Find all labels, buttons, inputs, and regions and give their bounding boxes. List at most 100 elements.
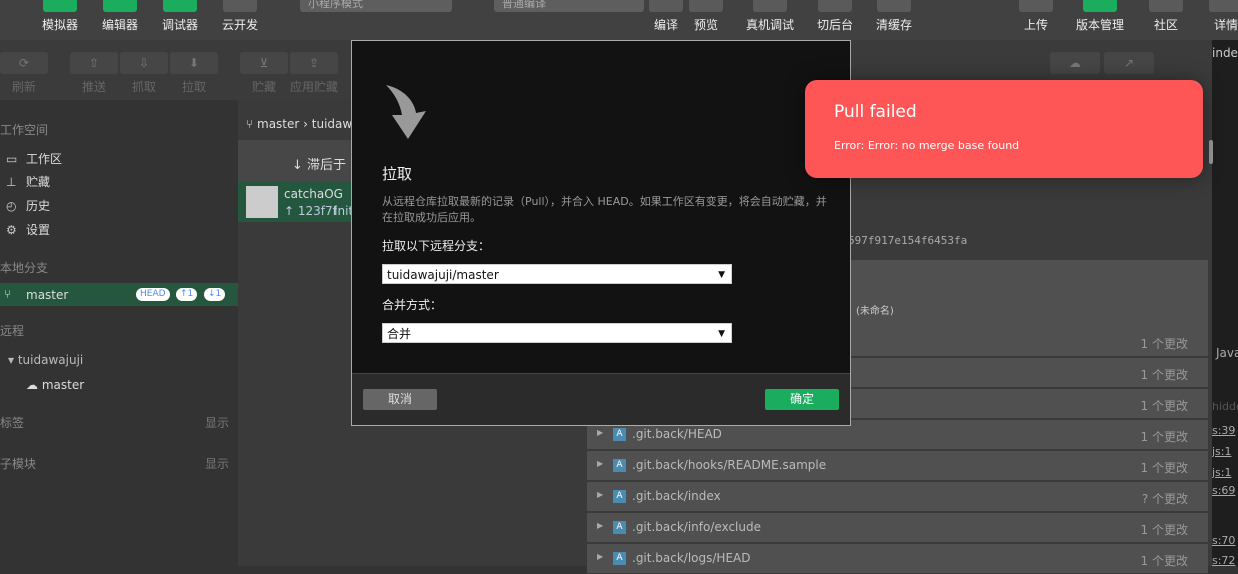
label: 切后台 <box>816 18 853 32</box>
sidebar-item-workspace[interactable]: ▭ 工作区 <box>6 150 62 167</box>
remote-debug-button[interactable]: 真机调试 <box>740 0 800 33</box>
refresh-button[interactable]: ⟳ 刷新 <box>0 52 48 95</box>
sidebar-item-settings[interactable]: ⚙ 设置 <box>6 221 50 238</box>
label: master <box>257 117 300 131</box>
compile-button[interactable]: 编译 <box>648 0 684 33</box>
console-link[interactable]: s:72 <box>1212 554 1235 566</box>
console-link[interactable]: s:70 <box>1212 534 1235 547</box>
upload-button[interactable]: 上传 <box>1016 0 1056 33</box>
local-branches-header: 本地分支 <box>0 261 49 275</box>
expand-icon[interactable]: ▶ <box>597 459 603 468</box>
label: 真机调试 <box>745 18 794 32</box>
label: 预览 <box>693 18 718 32</box>
remote-tuidawajuji[interactable]: ▾ tuidawajuji <box>8 353 83 367</box>
label: 贮藏 <box>251 80 276 94</box>
fetch-button[interactable]: ⇩ 抓取 <box>120 52 168 95</box>
community-button[interactable]: 社区 <box>1146 0 1186 33</box>
menu-icon <box>1209 0 1238 12</box>
author-name: (未命名) <box>856 306 894 317</box>
commit-author: catchaOG <box>284 187 343 201</box>
chat-icon <box>1149 0 1183 12</box>
remote-branch-select[interactable]: tuidawajuji/master ▼ <box>382 264 732 284</box>
switch-icon <box>818 0 852 12</box>
file-row[interactable]: ▶ A .git.back/logs/HEAD 1 个更改 <box>587 544 1208 574</box>
added-icon: A <box>613 552 626 565</box>
gear-icon: ⚙ <box>6 223 17 237</box>
label: 清缓存 <box>875 18 912 32</box>
dialog-description: 从远程仓库拉取最新的记录（Pull），并合入 HEAD。如果工作区有变更，将会自… <box>382 195 827 224</box>
merge-method-select[interactable]: 合并 ▼ <box>382 323 732 343</box>
pull-dialog: 拉取 从远程仓库拉取最新的记录（Pull），并合入 HEAD。如果工作区有变更，… <box>351 40 851 426</box>
console-link[interactable]: js:1 <box>1212 466 1232 479</box>
file-name: .git.back/logs/HEAD <box>632 551 751 565</box>
details-button[interactable]: 详情 <box>1206 0 1238 33</box>
expand-icon[interactable]: ▶ <box>597 521 603 530</box>
branch-master[interactable]: ⑂ master HEAD ↑1 ↓1 <box>0 283 238 306</box>
debugger-button[interactable]: 调试器 <box>160 0 200 33</box>
caret-down-icon: ▾ <box>8 353 18 367</box>
version-control-button[interactable]: 版本管理 <box>1072 0 1128 33</box>
editor-tab[interactable]: index <box>1212 46 1238 60</box>
dialog-title: 拉取 <box>382 165 413 183</box>
file-row[interactable]: ▶ A .git.back/info/exclude 1 个更改 <box>587 513 1208 543</box>
added-icon: A <box>613 459 626 472</box>
submodules-show-link[interactable]: 显示 <box>205 455 229 472</box>
simulator-button[interactable]: 模拟器 <box>40 0 80 33</box>
label: 应用贮藏 <box>289 80 338 94</box>
expand-icon[interactable]: ▶ <box>597 552 603 561</box>
label: 历史 <box>26 199 51 213</box>
change-count: 1 个更改 <box>1140 461 1188 475</box>
cloud-icon: ☁ <box>26 378 42 392</box>
compile-select[interactable]: 普通编译 <box>494 0 644 12</box>
preview-button[interactable]: 预览 <box>688 0 724 33</box>
expand-icon[interactable]: ▶ <box>597 490 603 499</box>
apply-stash-button[interactable]: ⇪ 应用贮藏 <box>288 52 340 95</box>
cloud-icon <box>223 0 257 12</box>
console-link[interactable]: s:39 <box>1212 424 1235 437</box>
apply-stash-icon: ⇪ <box>290 52 338 74</box>
remote-branch-master[interactable]: ☁ master <box>26 378 84 392</box>
bug-icon <box>753 0 787 12</box>
file-row[interactable]: ▶ A .git.back/hooks/README.sample 1 个更改 <box>587 451 1208 481</box>
clear-cache-button[interactable]: 清缓存 <box>870 0 918 33</box>
change-count: 1 个更改 <box>1140 399 1188 413</box>
sidebar-item-history[interactable]: ◴ 历史 <box>6 197 50 214</box>
added-icon: A <box>613 428 626 441</box>
expand-icon[interactable]: ▶ <box>597 428 603 437</box>
scrollbar[interactable] <box>1209 140 1213 164</box>
cancel-button[interactable]: 取消 <box>363 389 437 410</box>
submodules-header: 子模块 <box>0 457 37 471</box>
label: 编译 <box>653 18 678 32</box>
background-button[interactable]: 切后台 <box>810 0 860 33</box>
push-button[interactable]: ⇧ 推送 <box>70 52 118 95</box>
label: tuidawajuji <box>17 353 84 367</box>
cloud-icon: ☁ <box>1069 56 1081 70</box>
cloud-sync-button[interactable]: ☁ <box>1050 52 1100 74</box>
sidebar-item-stash[interactable]: ⊥ 贮藏 <box>6 173 50 190</box>
tags-show-link[interactable]: 显示 <box>205 414 229 431</box>
pull-button[interactable]: ⬇ 拉取 <box>170 52 218 95</box>
confirm-button[interactable]: 确定 <box>765 389 839 410</box>
code-icon <box>103 0 137 12</box>
label: 上传 <box>1023 18 1048 32</box>
folder-icon: ▭ <box>6 152 18 166</box>
stash-button[interactable]: ⊻ 贮藏 <box>240 52 288 95</box>
refresh-icon: ⟳ <box>0 52 48 74</box>
change-count: 1 个更改 <box>1140 554 1188 568</box>
mode-select[interactable]: 小程序模式 <box>300 0 452 12</box>
editor-button[interactable]: 编辑器 <box>100 0 140 33</box>
file-row[interactable]: ▶ A .git.back/index ? 个更改 <box>587 482 1208 512</box>
open-external-button[interactable]: ↗ <box>1104 52 1154 74</box>
debug-icon <box>163 0 197 12</box>
label: 详情 <box>1213 18 1238 32</box>
label: 拉取 <box>181 80 206 94</box>
console-link[interactable]: js:1 <box>1212 445 1232 458</box>
label: master <box>41 378 85 392</box>
label: 模拟器 <box>41 18 78 32</box>
avatar <box>246 186 278 218</box>
phone-icon <box>43 0 77 12</box>
console-link[interactable]: s:69 <box>1212 484 1235 497</box>
cloud-dev-button[interactable]: 云开发 <box>220 0 260 33</box>
dropdown-arrow-icon: ▼ <box>718 329 725 339</box>
change-count: 1 个更改 <box>1140 430 1188 444</box>
